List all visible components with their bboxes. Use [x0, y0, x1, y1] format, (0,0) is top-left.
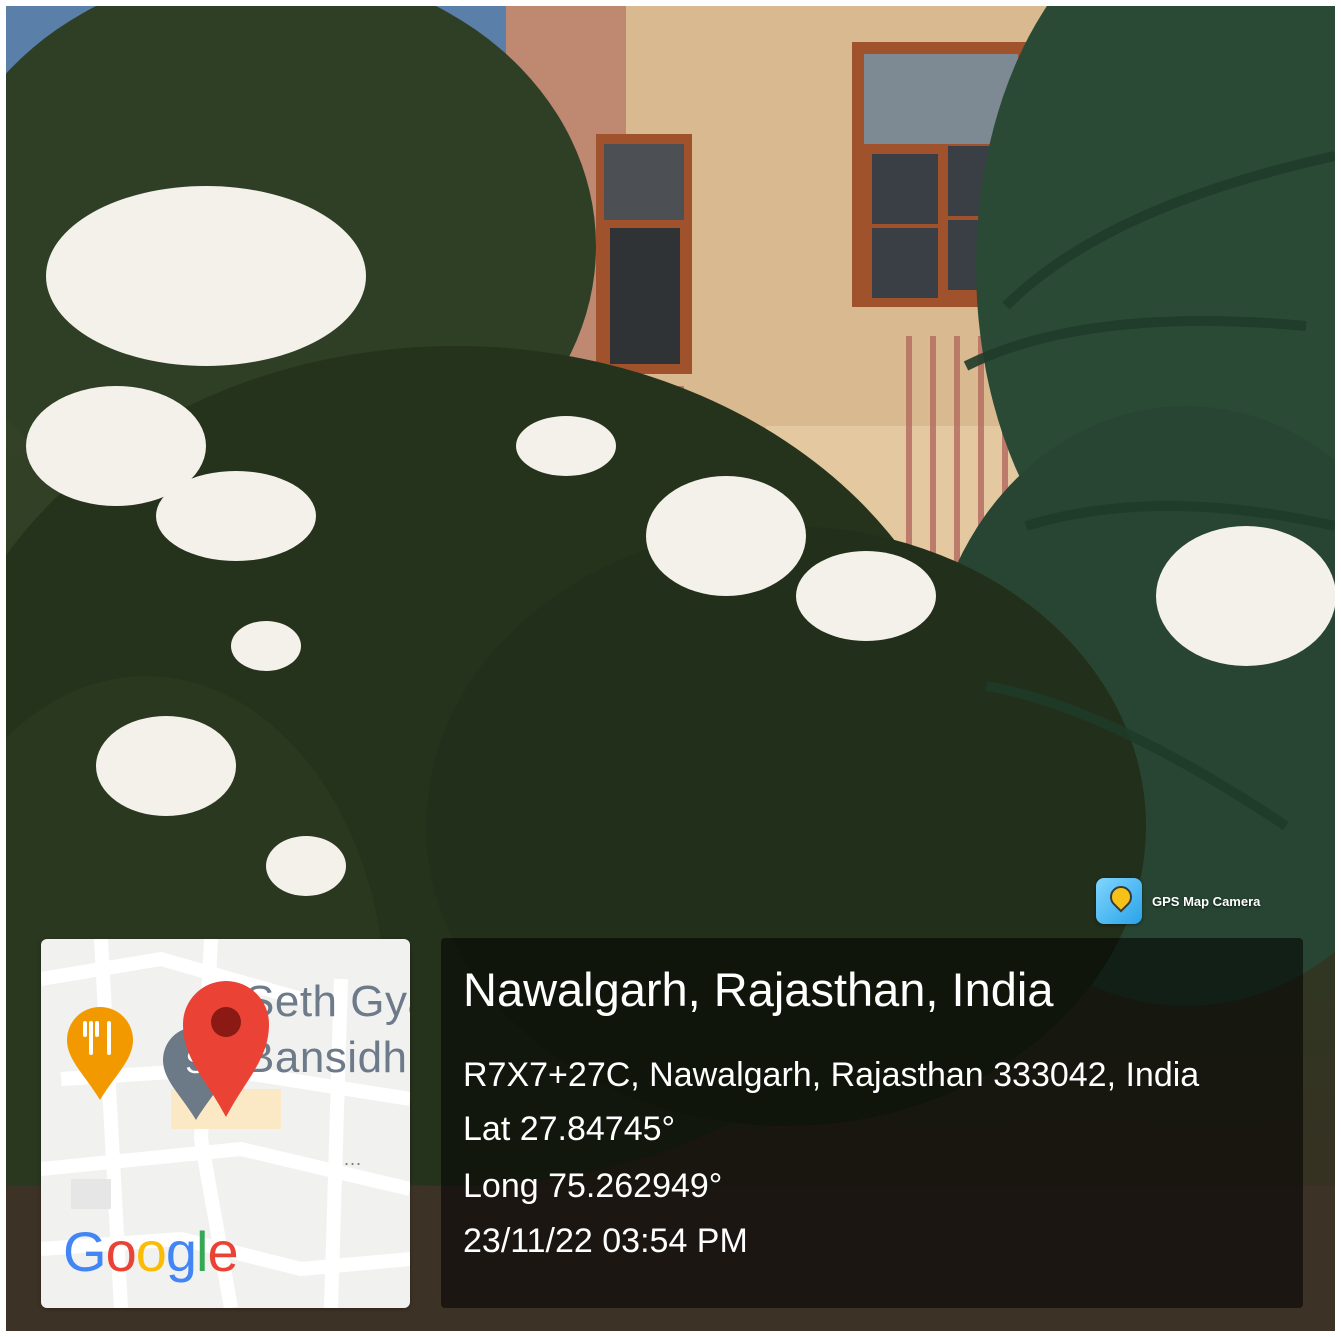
app-name-label: GPS Map Camera	[1152, 893, 1261, 909]
app-badge: GPS Map Camera	[1096, 878, 1260, 924]
longitude-line: Long 75.262949°	[463, 1167, 723, 1205]
location-marker-icon	[183, 981, 269, 1117]
location-info-panel: Nawalgarh, Rajasthan, India R7X7+27C, Na…	[441, 938, 1303, 1308]
google-logo: Google	[63, 1220, 239, 1283]
gps-map-camera-app-icon	[1096, 878, 1142, 924]
map-thumbnail: Seth Gya Bansidh S ... Google	[41, 939, 410, 1308]
latitude-line: Lat 27.84745°	[463, 1110, 676, 1148]
restaurant-fork-knife-icon	[67, 1007, 133, 1100]
datetime-line: 23/11/22 03:54 PM	[463, 1222, 748, 1260]
map-more-dots: ...	[344, 1149, 363, 1169]
address-line: R7X7+27C, Nawalgarh, Rajasthan 333042, I…	[463, 1056, 1200, 1094]
location-title: Nawalgarh, Rajasthan, India	[463, 963, 1054, 1016]
